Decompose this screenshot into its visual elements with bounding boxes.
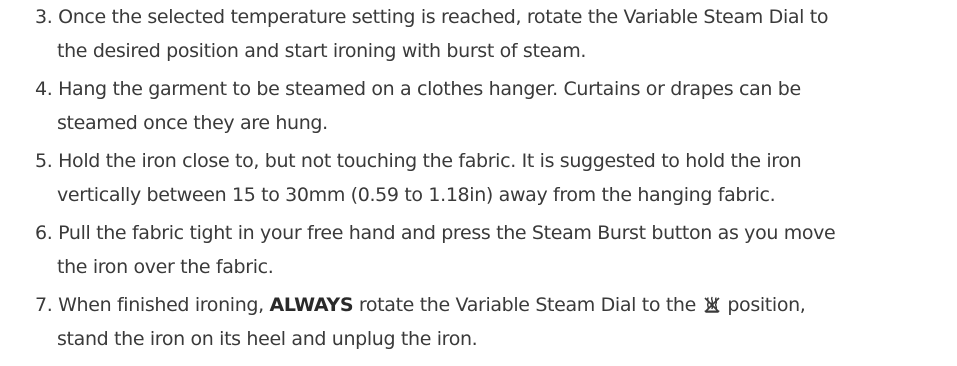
step-7-line-1: 7. When finished ironing, ALWAYS rotate … xyxy=(35,288,935,322)
step-3-line-2: the desired position and start ironing w… xyxy=(57,40,587,62)
step-5-line-1: 5. Hold the iron close to, but not touch… xyxy=(35,150,802,172)
step-7-emphasis: ALWAYS xyxy=(269,294,354,316)
step-6: 6. Pull the fabric tight in your free ha… xyxy=(35,216,935,284)
step-5: 5. Hold the iron close to, but not touch… xyxy=(35,144,935,212)
step-6-line-2: the iron over the fabric. xyxy=(57,256,274,278)
step-7-text-before: 7. When finished ironing, xyxy=(35,294,270,316)
step-4-line-2: steamed once they are hung. xyxy=(57,112,328,134)
step-4: 4. Hang the garment to be steamed on a c… xyxy=(35,72,935,140)
step-4-line-1: 4. Hang the garment to be steamed on a c… xyxy=(35,78,801,100)
step-5-line-2: vertically between 15 to 30mm (0.59 to 1… xyxy=(57,184,776,206)
step-3-line-1: 3. Once the selected temperature setting… xyxy=(35,6,829,28)
instruction-steps: 3. Once the selected temperature setting… xyxy=(0,0,957,366)
step-7-line-2: stand the iron on its heel and unplug th… xyxy=(57,328,478,350)
step-7: 7. When finished ironing, ALWAYS rotate … xyxy=(35,288,935,356)
steam-off-icon xyxy=(703,291,721,313)
step-7-text-after: position, xyxy=(721,294,806,316)
step-3: 3. Once the selected temperature setting… xyxy=(35,0,935,68)
step-6-line-1: 6. Pull the fabric tight in your free ha… xyxy=(35,222,836,244)
step-7-text-middle: rotate the Variable Steam Dial to the xyxy=(353,294,702,316)
